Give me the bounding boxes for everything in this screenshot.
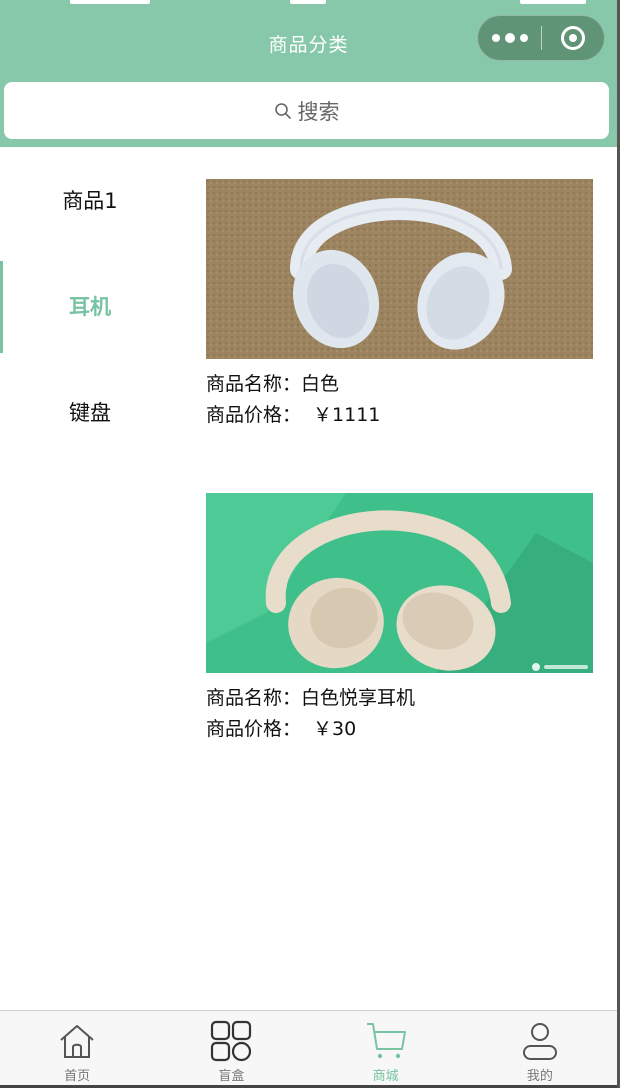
category-label: 商品1 xyxy=(62,189,118,213)
category-item-keyboard[interactable]: 键盘 xyxy=(0,359,180,465)
product-card[interactable]: 商品名称： 白色 商品价格： ￥1111 xyxy=(206,179,593,493)
home-icon xyxy=(60,1025,94,1058)
product-price: ￥30 xyxy=(313,718,357,740)
tab-label: 商城 xyxy=(372,1069,399,1084)
product-name-label: 商品名称： xyxy=(206,373,302,395)
mini-program-capsule xyxy=(477,15,605,61)
tab-label: 首页 xyxy=(64,1069,91,1084)
tab-bar: 首页 盲盒 商城 我的 xyxy=(0,1010,617,1088)
product-card[interactable]: 商品名称： 白色悦享耳机 商品价格： ￥30 xyxy=(206,493,593,807)
target-icon[interactable] xyxy=(542,16,604,60)
product-image xyxy=(206,493,593,673)
tab-blindbox[interactable]: 盲盒 xyxy=(154,1011,308,1088)
category-label: 耳机 xyxy=(69,295,111,319)
tab-mine[interactable]: 我的 xyxy=(463,1011,617,1088)
user-icon xyxy=(522,1023,557,1060)
status-bar xyxy=(0,0,617,6)
search-icon xyxy=(274,102,291,119)
product-price-label: 商品价格： xyxy=(206,718,302,740)
product-name: 白色 xyxy=(301,373,340,395)
tab-label: 我的 xyxy=(526,1069,553,1084)
product-price: ￥1111 xyxy=(313,404,381,426)
search-placeholder: 搜索 xyxy=(297,99,340,124)
product-name-label: 商品名称： xyxy=(206,687,302,709)
category-item-headphones[interactable]: 耳机 xyxy=(0,253,180,359)
category-item-goods1[interactable]: 商品1 xyxy=(0,147,180,253)
product-price-label: 商品价格： xyxy=(206,404,302,426)
tab-home[interactable]: 首页 xyxy=(0,1011,154,1088)
product-image xyxy=(206,179,593,359)
grid-icon xyxy=(211,1020,252,1062)
more-dots-icon[interactable] xyxy=(478,16,541,60)
header: 商品分类 搜索 xyxy=(0,0,617,147)
category-label: 键盘 xyxy=(69,401,111,425)
cart-icon xyxy=(366,1023,406,1059)
product-list: 商品名称： 白色 商品价格： ￥1111 商品名称： 白色悦享耳机 商品价格： … xyxy=(206,179,593,807)
product-name: 白色悦享耳机 xyxy=(301,687,416,709)
category-sidebar: 商品1 耳机 键盘 xyxy=(0,147,180,465)
tab-mall[interactable]: 商城 xyxy=(309,1011,463,1088)
app-screen: 商品分类 搜索 商品1 耳机 键盘 商品名称： 白色 商品价格： ￥1111 商… xyxy=(0,0,620,1088)
search-bar[interactable]: 搜索 xyxy=(4,82,609,139)
tab-label: 盲盒 xyxy=(218,1069,245,1084)
